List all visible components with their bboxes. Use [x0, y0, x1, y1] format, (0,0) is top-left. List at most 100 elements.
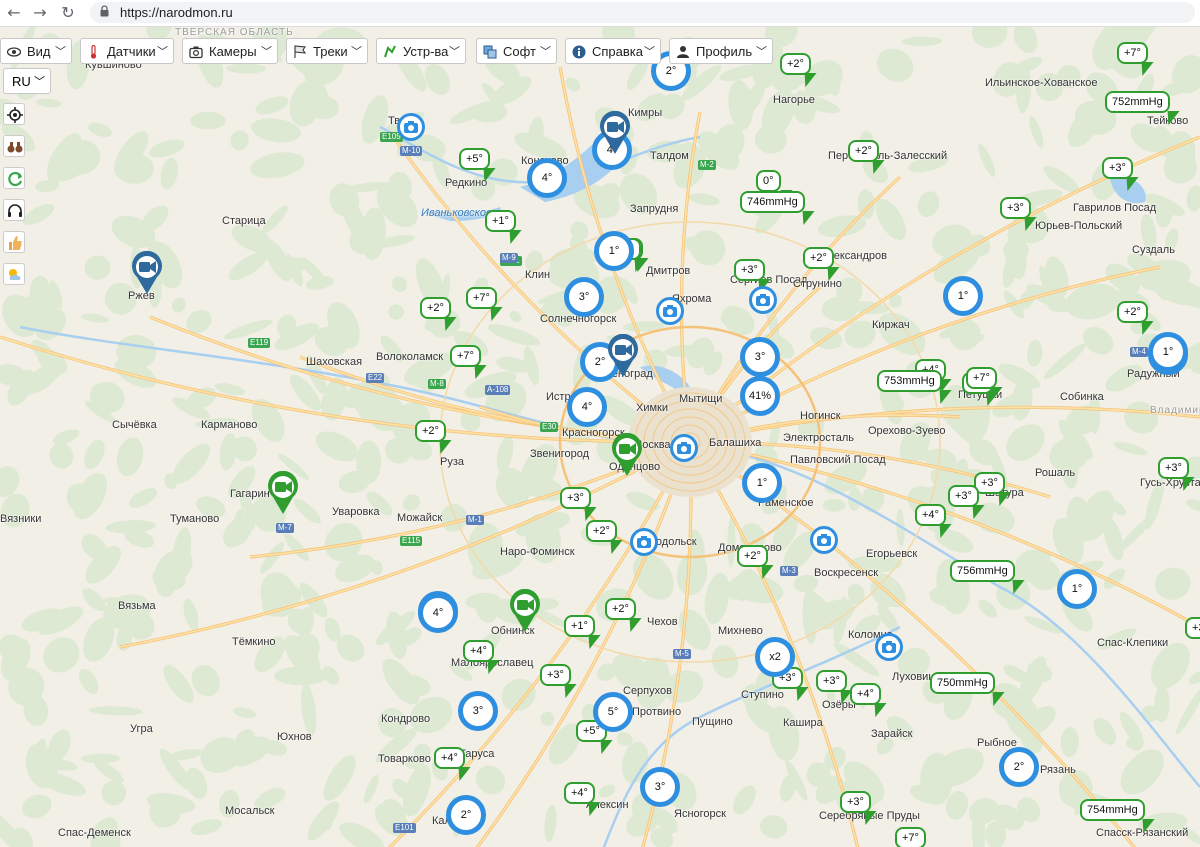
side-tool-button[interactable]: [3, 103, 25, 125]
sensor-circle[interactable]: 1°: [1057, 569, 1097, 609]
camera-marker[interactable]: [630, 528, 658, 556]
language-select[interactable]: RU ﹀: [3, 68, 51, 94]
side-tool-button[interactable]: [3, 167, 25, 189]
road-shield: E115: [400, 536, 423, 546]
side-tool-button[interactable]: [3, 263, 25, 285]
headset-icon: [8, 204, 22, 217]
sensor-circle[interactable]: 41%: [740, 376, 780, 416]
toolbar-button[interactable]: Софт ﹀: [476, 38, 557, 64]
temperature-value: +7°: [966, 367, 997, 389]
camera-icon: [663, 305, 677, 317]
map-view[interactable]: ТВЕРСКАЯ ОБЛАСТЬКувшиновоТверьРедкиноКон…: [0, 27, 1200, 847]
place-label: Электросталь: [783, 432, 854, 444]
sensor-circle[interactable]: 3°: [640, 767, 680, 807]
sensor-circle[interactable]: 2°: [446, 795, 486, 835]
sensor-circle[interactable]: 5°: [593, 692, 633, 732]
video-camera-pin[interactable]: [606, 333, 640, 378]
place-label: Рошаль: [1035, 467, 1076, 479]
camera-marker[interactable]: [810, 526, 838, 554]
camera-icon: [677, 442, 691, 454]
chevron-down-icon: ﹀: [644, 46, 655, 58]
toolbar-button[interactable]: Треки ﹀: [286, 38, 368, 64]
video-camera-pin[interactable]: [266, 470, 300, 515]
temperature-value: +2°: [848, 140, 879, 162]
place-label: Карманово: [201, 419, 258, 431]
sensor-circle[interactable]: 1°: [594, 231, 634, 271]
sensor-circle[interactable]: 4°: [418, 593, 458, 633]
place-label: Протвино: [632, 706, 682, 718]
place-label: Звенигород: [530, 448, 590, 460]
forward-icon[interactable]: →: [30, 3, 50, 23]
place-label: Старица: [222, 215, 266, 227]
place-label: Владимир: [1150, 405, 1200, 416]
road-shield: E119: [248, 338, 271, 348]
toolbar-button[interactable]: Камеры ﹀: [182, 38, 278, 64]
place-label: Иваньковское: [421, 207, 493, 219]
video-camera-pin[interactable]: [508, 588, 542, 633]
road-shield: M-10: [400, 146, 423, 156]
video-camera-pin[interactable]: [598, 110, 632, 155]
camera-icon: [637, 536, 651, 548]
camera-marker[interactable]: [656, 297, 684, 325]
user-icon: [677, 46, 689, 58]
place-label: Шаховская: [306, 356, 363, 368]
camera-marker[interactable]: [670, 434, 698, 462]
sensor-circle[interactable]: 3°: [458, 691, 498, 731]
place-label: Спас-Клепики: [1097, 637, 1169, 649]
toolbar-button[interactable]: Датчики ﹀: [80, 38, 174, 64]
road-shield: M-9: [500, 253, 518, 263]
temperature-value: +4°: [463, 640, 494, 662]
pressure-value: 752mmHg: [1105, 91, 1170, 113]
toolbar-button[interactable]: Устр-ва ﹀: [376, 38, 466, 64]
temperature-value: +2°: [415, 420, 446, 442]
chevron-down-icon: ﹀: [449, 46, 460, 58]
back-icon[interactable]: ←: [4, 3, 24, 23]
place-label: Товарково: [378, 753, 431, 765]
video-camera-pin[interactable]: [130, 250, 164, 295]
toolbar-button[interactable]: Справка ﹀: [565, 38, 661, 64]
toolbar-button[interactable]: Вид ﹀: [0, 38, 72, 64]
sensor-circle[interactable]: 4°: [567, 387, 607, 427]
address-bar[interactable]: https://narodmon.ru: [90, 2, 1195, 23]
sensor-circle[interactable]: 1°: [943, 276, 983, 316]
side-tool-button[interactable]: [3, 231, 25, 253]
road-shield: E30: [540, 422, 559, 432]
side-tool-button[interactable]: [3, 135, 25, 157]
video-camera-icon: [268, 470, 298, 514]
temperature-value: 0°: [756, 170, 781, 192]
side-tool-button[interactable]: [3, 199, 25, 221]
info-icon: [572, 45, 586, 59]
place-label: Кондрово: [381, 713, 431, 725]
toolbar-button[interactable]: Профиль ﹀: [669, 38, 773, 64]
sensor-circle[interactable]: 3°: [564, 277, 604, 317]
camera-marker[interactable]: [875, 633, 903, 661]
chevron-down-icon: ﹀: [540, 46, 551, 58]
camera-icon: [404, 121, 418, 133]
sensor-circle[interactable]: 3°: [740, 337, 780, 377]
place-label: Волоколамск: [376, 351, 444, 363]
sensor-circle[interactable]: 1°: [1148, 332, 1188, 372]
place-label: Нагорье: [773, 94, 815, 106]
video-camera-icon: [608, 333, 638, 377]
video-camera-pin[interactable]: [610, 432, 644, 477]
place-label: Суздаль: [1132, 244, 1175, 256]
temperature-value: +3°: [560, 487, 591, 509]
toolbar-button-label: Софт: [503, 44, 536, 59]
sensor-circle[interactable]: x2: [755, 637, 795, 677]
camera-marker[interactable]: [397, 113, 425, 141]
place-label: Гаврилов Посад: [1073, 202, 1157, 214]
sensor-circle[interactable]: 1°: [742, 463, 782, 503]
place-label: Спас-Деменск: [58, 827, 131, 839]
sensor-circle[interactable]: 4°: [527, 158, 567, 198]
language-label: RU: [12, 74, 31, 89]
reload-icon[interactable]: ↻: [58, 3, 78, 23]
place-label: Юхнов: [277, 731, 312, 743]
video-camera-icon: [612, 432, 642, 476]
camera-marker[interactable]: [749, 286, 777, 314]
sensor-circle[interactable]: 2°: [999, 747, 1039, 787]
chevron-down-icon: ﹀: [157, 46, 168, 58]
place-label: Тёмкино: [232, 636, 276, 648]
place-label: ТВЕРСКАЯ ОБЛАСТЬ: [175, 27, 294, 38]
chevron-down-icon: ﹀: [756, 46, 767, 58]
temperature-value: +7°: [1117, 42, 1148, 64]
